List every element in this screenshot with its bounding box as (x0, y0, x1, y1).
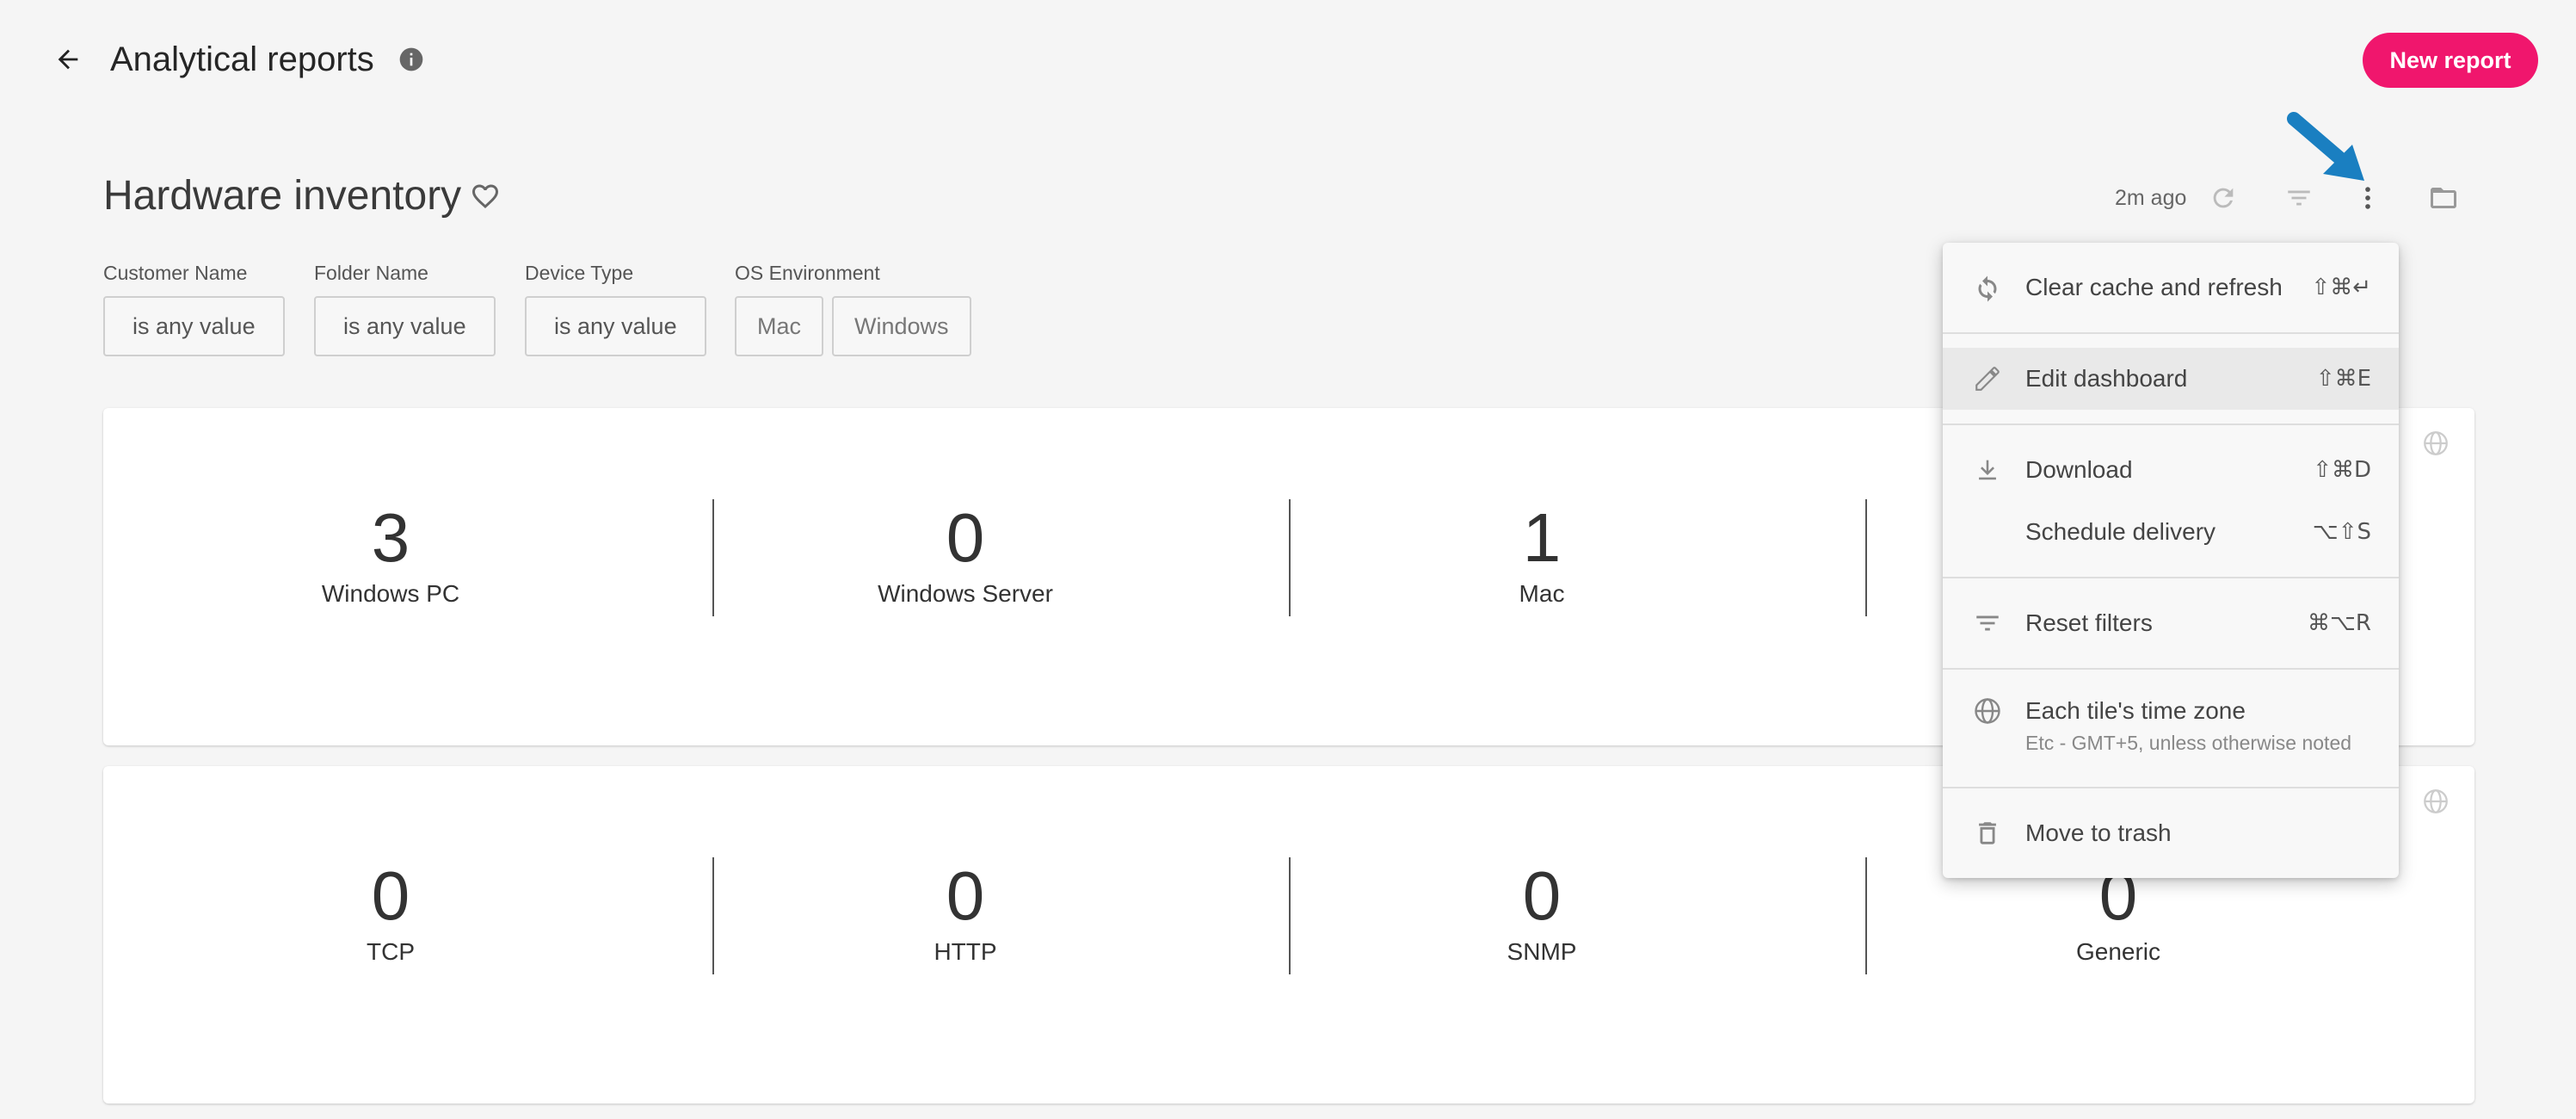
stat-value: 3 (371, 499, 410, 576)
annotation-arrow-icon (2287, 112, 2364, 181)
menu-item-shortcut: ⌘⌥R (2307, 610, 2371, 636)
menu-item-sublabel: Etc - GMT+5, unless otherwise noted (2025, 732, 2352, 754)
filter-chip-mac[interactable]: Mac (735, 296, 824, 356)
menu-item-label: Each tile's time zone (2025, 697, 2246, 724)
menu-item-shortcut: ⇧⌘D (2313, 457, 2371, 483)
new-report-button[interactable]: New report (2363, 33, 2538, 88)
menu-divider (1943, 423, 2399, 425)
info-icon[interactable] (397, 46, 425, 73)
stat-value: 0 (371, 857, 410, 934)
stat-snmp: 0 SNMP (1254, 857, 1829, 968)
last-updated-text: 2m ago (2115, 186, 2187, 210)
stat-value: 0 (946, 499, 985, 576)
menu-item-reset-filters[interactable]: Reset filters ⌘⌥R (1943, 592, 2399, 654)
divider (1865, 499, 1867, 616)
menu-divider (1943, 787, 2399, 788)
menu-item-shortcut: ⇧⌘E (2315, 366, 2371, 392)
menu-divider (1943, 332, 2399, 334)
menu-item-label: Reset filters (2025, 609, 2153, 636)
refresh-icon[interactable] (2204, 179, 2242, 217)
dashboard-actions-menu: Clear cache and refresh ⇧⌘↵ Edit dashboa… (1943, 243, 2399, 878)
filter-chip[interactable]: is any value (103, 296, 285, 356)
trash-icon (1970, 816, 2005, 850)
menu-item-label: Download (2025, 456, 2133, 483)
filter-label: Device Type (525, 262, 634, 284)
menu-item-time-zone[interactable]: Each tile's time zone Etc - GMT+5, unles… (1943, 683, 2399, 770)
stat-value: 0 (946, 857, 985, 934)
stat-label: Generic (2075, 938, 2161, 965)
stat-label: Mac (1519, 580, 1565, 607)
stat-label: Windows Server (878, 580, 1053, 607)
menu-divider (1943, 577, 2399, 578)
menu-item-schedule-delivery[interactable]: Schedule delivery ⌥⇧S (1943, 501, 2399, 563)
refresh-icon (1970, 270, 2005, 305)
stat-label: HTTP (934, 938, 997, 965)
filter-os-environment: OS Environment Mac Windows (735, 260, 971, 356)
menu-item-edit-dashboard[interactable]: Edit dashboard ⇧⌘E (1943, 348, 2399, 410)
stat-http: 0 HTTP (678, 857, 1253, 968)
stat-windows-pc: 3 Windows PC (103, 499, 678, 609)
back-button[interactable] (45, 36, 91, 83)
filter-device-type: Device Type is any value (525, 260, 706, 356)
menu-item-download[interactable]: Download ⇧⌘D (1943, 439, 2399, 501)
menu-item-label: Edit dashboard (2025, 365, 2188, 392)
filter-label: Folder Name (314, 262, 428, 284)
globe-icon[interactable] (2421, 429, 2450, 458)
arrow-left-icon (58, 49, 78, 70)
heart-icon[interactable] (470, 181, 501, 212)
stat-label: SNMP (1507, 938, 1577, 965)
menu-item-clear-cache[interactable]: Clear cache and refresh ⇧⌘↵ (1943, 257, 2399, 318)
menu-item-move-to-trash[interactable]: Move to trash (1943, 802, 2399, 864)
page-title: Analytical reports (110, 40, 374, 78)
stat-label: Windows PC (321, 580, 460, 607)
menu-divider (1943, 668, 2399, 670)
dashboard-title: Hardware inventory (103, 173, 462, 219)
stat-label: TCP (367, 938, 415, 965)
globe-icon[interactable] (2421, 787, 2450, 816)
stat-windows-server: 0 Windows Server (678, 499, 1253, 609)
folder-icon[interactable] (2425, 179, 2462, 217)
filter-chip[interactable]: is any value (525, 296, 706, 356)
menu-item-label: Move to trash (2025, 819, 2172, 846)
menu-item-shortcut: ⇧⌘↵ (2311, 275, 2371, 300)
menu-item-label: Clear cache and refresh (2025, 274, 2283, 300)
stat-value: 1 (1522, 499, 1562, 576)
menu-item-label: Schedule delivery (2025, 518, 2216, 545)
stat-mac: 1 Mac (1254, 499, 1829, 609)
menu-item-shortcut: ⌥⇧S (2312, 519, 2371, 545)
filter-label: Customer Name (103, 262, 248, 284)
filter-folder-name: Folder Name is any value (314, 260, 496, 356)
globe-icon (1970, 694, 2005, 728)
download-icon (1970, 453, 2005, 487)
filter-customer-name: Customer Name is any value (103, 260, 285, 356)
filter-icon (1970, 606, 2005, 640)
filter-label: OS Environment (735, 262, 880, 284)
stat-value: 0 (1522, 857, 1562, 934)
filter-chip[interactable]: is any value (314, 296, 496, 356)
pencil-icon (1970, 362, 2005, 396)
stat-tcp: 0 TCP (103, 857, 678, 968)
filter-chip-windows[interactable]: Windows (832, 296, 971, 356)
